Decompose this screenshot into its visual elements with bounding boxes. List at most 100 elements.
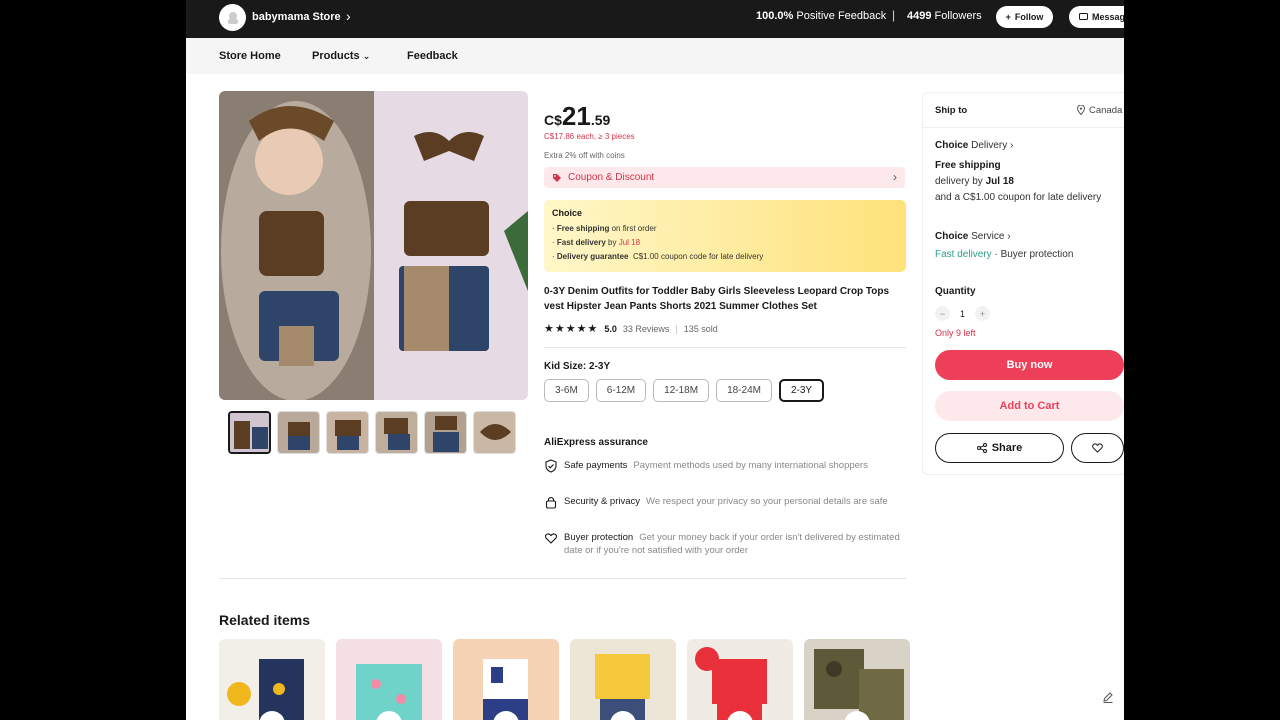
rating-score: 5.0 (604, 323, 617, 334)
price-integer: 21 (561, 101, 591, 131)
choice-service-label: Service (971, 231, 1005, 242)
buy-now-button[interactable]: Buy now (935, 350, 1124, 380)
message-label: Message (1092, 12, 1124, 22)
free-shipping: Free shipping (935, 160, 1001, 171)
related-item[interactable]: + (336, 639, 442, 720)
nav-products-label: Products (312, 50, 360, 62)
chevron-right-icon: › (1010, 140, 1014, 151)
chevron-right-icon: › (893, 170, 897, 184)
stock-warning: Only 9 left (935, 328, 976, 338)
thumbnail[interactable] (326, 411, 369, 454)
thumbnail[interactable] (277, 411, 320, 454)
rating-row: ★★★★★ 5.0 33 Reviews | 135 sold (544, 322, 718, 335)
feedback-value: 100.0% (756, 10, 794, 22)
guarantee-label: Delivery guarantee (556, 252, 629, 261)
ship-to-selector[interactable]: Canada (1077, 105, 1122, 116)
price: C$21.59 (544, 101, 610, 132)
heart-hand-icon (544, 533, 558, 544)
fast-delivery-date: Jul 18 (618, 238, 641, 247)
related-item[interactable]: + (453, 639, 559, 720)
size-option[interactable]: 12-18M (653, 379, 710, 402)
free-shipping-label: Free shipping (556, 224, 610, 233)
related-item[interactable]: + (219, 639, 325, 720)
lock-icon (545, 496, 557, 509)
followers-count: 4499 Followers (907, 10, 982, 22)
message-button[interactable]: Message (1069, 6, 1124, 28)
coupon-discount-row[interactable]: Coupon & Discount › (544, 167, 905, 188)
free-shipping-rest: on first order (611, 224, 657, 233)
product-title: 0-3Y Denim Outfits for Toddler Baby Girl… (544, 286, 890, 312)
store-logo[interactable] (219, 4, 246, 31)
size-option-selected[interactable]: 2-3Y (778, 379, 825, 402)
quantity-stepper: − 1 + (935, 306, 991, 321)
choice-delivery-label: Delivery (971, 140, 1008, 151)
choice-service-brand: Choice (935, 231, 969, 242)
divider (544, 347, 906, 348)
store-name[interactable]: babymama Store (252, 11, 341, 23)
nav-feedback[interactable]: Feedback (407, 50, 458, 62)
assurance-security-privacy: Security & privacy We respect your privac… (544, 495, 906, 509)
assurance-desc: We respect your privacy so your personal… (646, 496, 888, 507)
divider (219, 578, 906, 579)
share-button[interactable]: Share (935, 433, 1064, 463)
coins-discount: Extra 2% off with coins (544, 151, 625, 160)
wishlist-button[interactable] (1071, 433, 1124, 463)
guarantee-rest: C$1.00 coupon code for late delivery (632, 252, 764, 261)
related-item[interactable]: + (687, 639, 793, 720)
free-shipping-label: Free shipping (935, 160, 1001, 171)
heart-icon (1092, 443, 1103, 453)
add-to-cart-button[interactable]: Add to Cart (935, 391, 1124, 421)
size-option[interactable]: 6-12M (595, 379, 647, 402)
share-icon (976, 443, 987, 453)
plus-icon: + (1005, 12, 1011, 22)
delivery-by: delivery by (935, 176, 983, 187)
thumbnail[interactable] (424, 411, 467, 454)
choice-delivery-row[interactable]: Choice Delivery › (935, 140, 1013, 151)
plus-icon[interactable]: + (975, 306, 991, 321)
minus-icon[interactable]: − (935, 306, 950, 321)
related-item[interactable]: + (570, 639, 676, 720)
sold-count: 135 sold (683, 323, 718, 334)
delivery-date: Jul 18 (985, 176, 1014, 187)
followers-value: 4499 (907, 10, 932, 22)
quantity-value[interactable]: 1 (960, 309, 965, 319)
choice-guarantee: · Delivery guarantee C$1.00 coupon code … (552, 252, 764, 261)
main-product-image[interactable] (219, 91, 528, 400)
nav-store-home[interactable]: Store Home (219, 50, 281, 62)
divider: | (892, 8, 896, 22)
follow-button[interactable]: + Follow (996, 6, 1053, 28)
buyer-protection-tag: · Buyer protection (994, 249, 1074, 260)
feedback-label: Positive Feedback (796, 10, 887, 22)
related-item[interactable]: + (804, 639, 910, 720)
choice-delivery-brand: Choice (935, 140, 969, 151)
chevron-right-icon[interactable]: › (346, 8, 351, 24)
location-pin-icon (1077, 105, 1085, 115)
related-items-title: Related items (219, 612, 311, 628)
star-rating-icon: ★★★★★ (544, 323, 599, 335)
size-option[interactable]: 3-6M (544, 379, 589, 402)
price-currency: C$ (544, 112, 562, 128)
share-label: Share (991, 442, 1023, 454)
choice-service-row[interactable]: Choice Service › (935, 231, 1011, 242)
price-decimal: .59 (590, 112, 611, 128)
positive-feedback: 100.0% Positive Feedback (756, 10, 886, 22)
coupon-label: Coupon & Discount (568, 172, 655, 183)
message-icon (1079, 13, 1088, 20)
size-label: Kid Size: 2-3Y (544, 361, 611, 372)
store-header: babymama Store › 100.0% Positive Feedbac… (186, 0, 1124, 38)
nav-products[interactable]: Products ⌄ (312, 50, 370, 62)
reviews-link[interactable]: 33 Reviews (623, 324, 670, 334)
edit-icon[interactable] (1101, 690, 1115, 704)
assurance-name: Security & privacy (564, 496, 641, 507)
choice-fast-delivery: · Fast delivery by Jul 18 (552, 238, 641, 247)
thumbnail[interactable] (228, 411, 271, 454)
fast-delivery-tag: Fast delivery (935, 249, 992, 260)
thumbnail[interactable] (375, 411, 418, 454)
choice-banner: Choice · Free shipping on first order · … (544, 200, 906, 272)
chevron-down-icon: ⌄ (362, 51, 371, 61)
ship-country: Canada (1089, 105, 1123, 116)
followers-label: Followers (934, 10, 982, 22)
choice-title: Choice (552, 208, 583, 218)
size-option[interactable]: 18-24M (716, 379, 772, 402)
thumbnail[interactable] (473, 411, 516, 454)
